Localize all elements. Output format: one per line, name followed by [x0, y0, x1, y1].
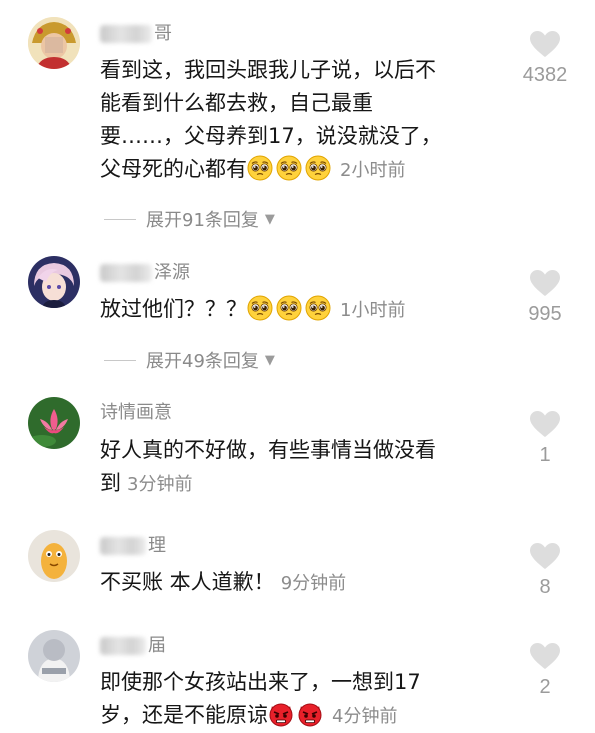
heart-icon — [529, 410, 561, 438]
avatar[interactable] — [28, 397, 80, 449]
comment-text: 不买账 本人道歉！ 9分钟前 — [100, 570, 347, 594]
blurred-username-part — [100, 264, 152, 282]
pleading-face-emoji — [276, 155, 302, 181]
blurred-username-part — [100, 25, 152, 43]
blurred-username-part — [100, 637, 146, 655]
like-count: 8 — [539, 576, 551, 598]
comment-time: 9分钟前 — [280, 573, 347, 594]
comment-time: 2小时前 — [340, 160, 406, 181]
username[interactable]: 诗情画意 — [100, 401, 172, 425]
avatar[interactable] — [28, 530, 80, 582]
like-count: 2 — [539, 676, 551, 698]
caret-down-icon: ▼ — [264, 211, 275, 227]
like-button[interactable]: 8 — [515, 542, 575, 599]
like-button[interactable]: 1 — [515, 410, 575, 467]
divider — [104, 218, 136, 220]
comment-text: 即使那个女孩站出来了，一想到17 岁，还是不能原谅 4分钟前 — [100, 670, 421, 727]
expand-replies-button[interactable]: 展开91条回复 ▼ — [104, 206, 275, 232]
pleading-face-emoji — [276, 295, 302, 321]
username[interactable]: 哥 — [100, 22, 172, 46]
avatar[interactable] — [28, 17, 80, 69]
angry-devil-emoji — [268, 701, 294, 727]
caret-down-icon: ▼ — [264, 352, 275, 368]
avatar[interactable] — [28, 630, 80, 682]
pleading-face-emoji — [247, 155, 273, 181]
comment-time: 3分钟前 — [127, 474, 193, 495]
comment-text: 放过他们？？？ 1小时前 — [100, 295, 406, 321]
comment-text: 看到这，我回头跟我儿子说，以后不 能看到什么都去救，自己最重 要……，父母养到1… — [100, 58, 442, 181]
like-count: 995 — [528, 303, 562, 325]
like-count: 4382 — [522, 64, 568, 86]
expand-replies-button[interactable]: 展开49条回复 ▼ — [104, 347, 275, 373]
comment-time: 1小时前 — [340, 300, 406, 321]
angry-devil-emoji — [297, 701, 323, 727]
like-button[interactable]: 4382 — [515, 30, 575, 87]
like-button[interactable]: 995 — [515, 269, 575, 326]
pleading-face-emoji — [305, 155, 331, 181]
blurred-username-part — [100, 537, 146, 555]
divider — [104, 359, 136, 361]
like-count: 1 — [539, 444, 551, 466]
heart-icon — [529, 30, 561, 58]
heart-icon — [529, 269, 561, 297]
pleading-face-emoji — [247, 295, 273, 321]
comment-text: 好人真的不好做，有些事情当做没看 到 3分钟前 — [100, 438, 436, 495]
like-button[interactable]: 2 — [515, 642, 575, 699]
avatar[interactable] — [28, 256, 80, 308]
heart-icon — [529, 542, 561, 570]
username[interactable]: 理 — [100, 534, 166, 558]
username[interactable]: 届 — [100, 634, 166, 658]
username[interactable]: 泽源 — [100, 261, 190, 285]
heart-icon — [529, 642, 561, 670]
pleading-face-emoji — [305, 295, 331, 321]
comment-time: 4分钟前 — [332, 706, 398, 727]
